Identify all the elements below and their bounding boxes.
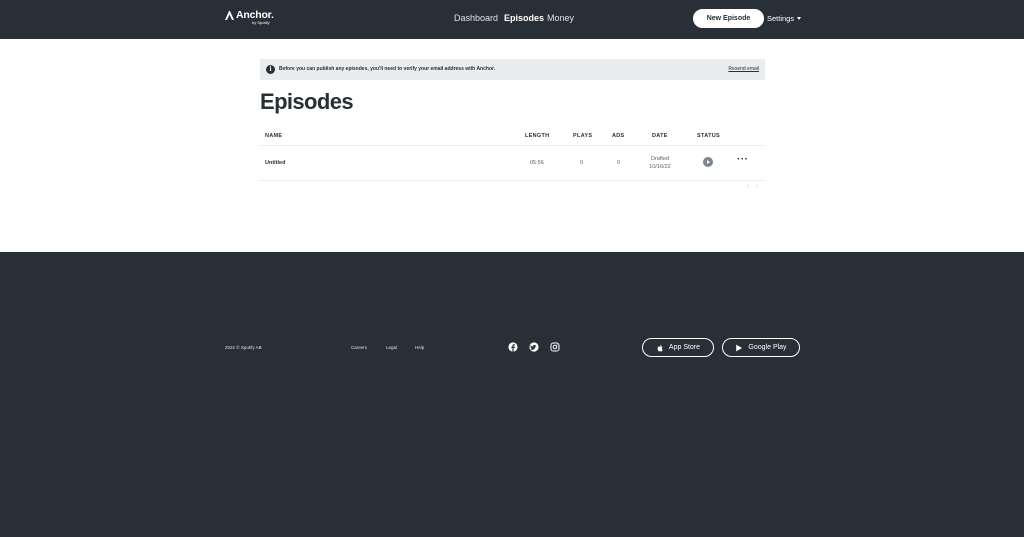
new-episode-button[interactable]: New Episode xyxy=(693,9,764,28)
page-title: Episodes xyxy=(260,89,354,114)
alert-message: Before you can publish any episodes, you… xyxy=(279,66,496,72)
prev-page-icon[interactable]: ‹ xyxy=(747,183,749,190)
nav-money[interactable]: Money xyxy=(547,13,574,23)
settings-menu[interactable]: Settings xyxy=(767,14,802,23)
google-play-label: Google Play xyxy=(748,344,787,351)
episode-date-status: Drafted xyxy=(650,156,670,162)
column-header-status: STATUS xyxy=(697,133,720,139)
anchor-mark-icon xyxy=(225,10,234,20)
nav-episodes[interactable]: Episodes xyxy=(504,13,544,23)
episode-plays: 0 xyxy=(580,160,584,166)
caret-down-icon xyxy=(797,17,802,20)
episode-date-value: 10/16/22 xyxy=(649,164,671,170)
episode-title[interactable]: Untitled xyxy=(265,160,285,166)
main-content: i Before you can publish any episodes, y… xyxy=(0,39,1024,252)
play-status-icon[interactable] xyxy=(703,157,713,167)
more-options-icon[interactable]: ··· xyxy=(737,155,749,165)
row-divider xyxy=(260,180,765,181)
google-play-icon xyxy=(736,344,743,351)
app-store-label: App Store xyxy=(668,344,701,351)
nav-dashboard[interactable]: Dashboard xyxy=(454,13,498,23)
footer-link-legal[interactable]: Legal xyxy=(386,345,397,350)
instagram-icon[interactable] xyxy=(550,342,560,352)
top-nav-bar: Anchor. by Spotify Dashboard Episodes Mo… xyxy=(0,0,1024,39)
episode-date: Drafted 10/16/22 xyxy=(647,155,673,171)
logo-subtext: by Spotify xyxy=(252,20,270,25)
apple-icon xyxy=(657,344,663,351)
episode-ads: 0 xyxy=(617,160,621,166)
twitter-icon[interactable] xyxy=(529,342,539,352)
footer-link-help[interactable]: Help xyxy=(415,345,424,350)
column-header-length: LENGTH xyxy=(525,133,550,139)
column-header-plays: PLAYS xyxy=(573,133,593,139)
resend-email-link[interactable]: Resend email xyxy=(728,66,759,72)
footer-link-careers[interactable]: Careers xyxy=(351,345,367,350)
episode-length: 05:56 xyxy=(530,160,544,166)
next-page-icon[interactable]: › xyxy=(756,183,758,190)
column-header-name: NAME xyxy=(265,133,283,139)
header-divider xyxy=(260,145,765,146)
facebook-icon[interactable] xyxy=(508,342,518,352)
google-play-button[interactable]: Google Play xyxy=(722,338,800,357)
settings-label: Settings xyxy=(767,14,795,23)
app-store-button[interactable]: App Store xyxy=(642,338,714,357)
column-header-date: DATE xyxy=(652,133,668,139)
verify-email-alert: i Before you can publish any episodes, y… xyxy=(260,59,765,80)
column-header-ads: ADS xyxy=(612,133,625,139)
info-icon: i xyxy=(266,65,275,74)
anchor-logo[interactable]: Anchor. by Spotify xyxy=(225,9,275,27)
copyright-text: 2022 © Spotify AB xyxy=(225,345,262,350)
